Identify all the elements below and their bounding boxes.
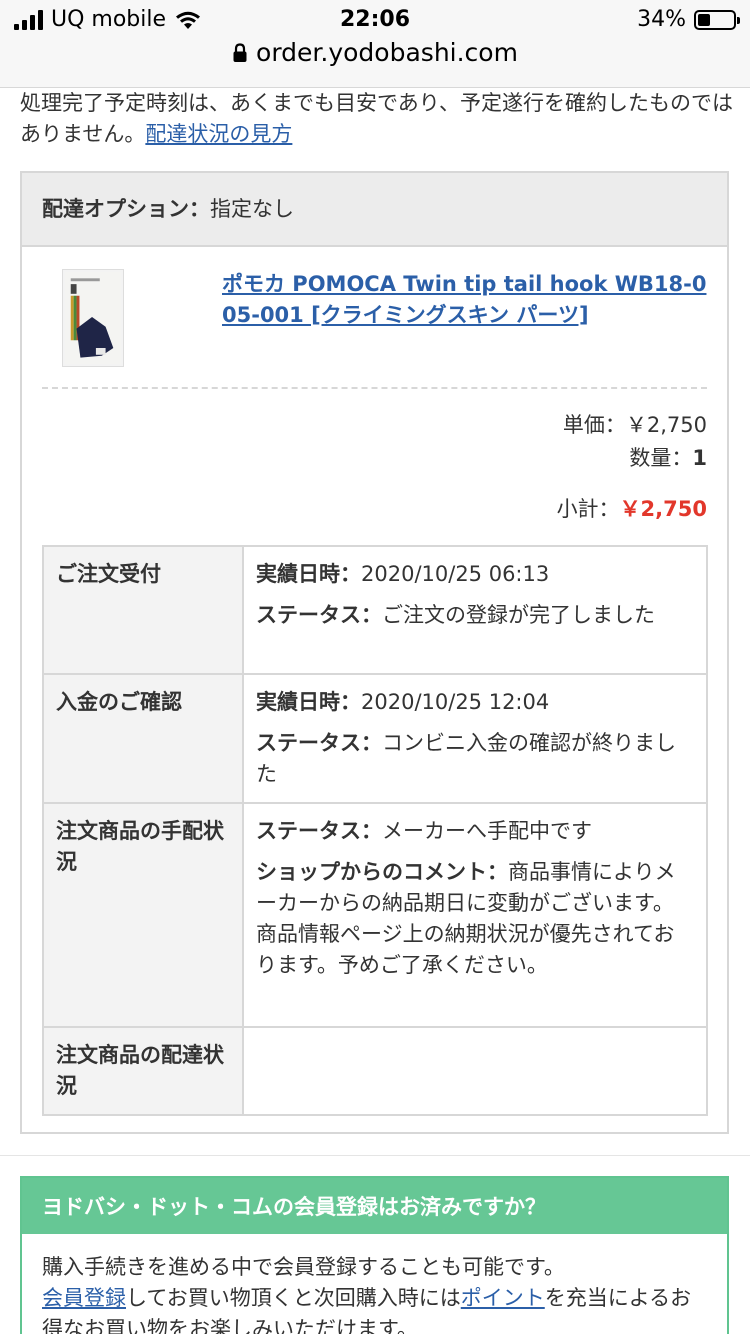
subtotal-value: ￥2,750 <box>619 497 707 521</box>
detail-label: ショップからのコメント： <box>256 860 508 884</box>
product-name: ポモカ POMOCA Twin tip tail hook WB18-0 05-0… <box>222 269 712 331</box>
row-detail: 実績日時：2020/10/25 06:13 ステータス：ご注文の登録が完了しまし… <box>242 545 708 675</box>
lock-icon <box>233 42 247 62</box>
subtotal-label: 小計： <box>556 497 620 521</box>
member-signup-box: ヨドバシ・ドット・コムの会員登録はお済みですか？ 購入手続きを進める中で会員登録… <box>20 1176 729 1334</box>
battery-group: 34% <box>637 7 740 32</box>
section-divider <box>0 1155 750 1156</box>
price-summary: 単価：￥2,750 数量：1 小計：￥2,750 <box>557 409 707 526</box>
detail-value: ご注文の登録が完了しました <box>382 603 655 627</box>
row-detail: ステータス：メーカーへ手配中です ショップからのコメント：商品事情によりメーカー… <box>242 802 708 1028</box>
product-name-line2: 05-001 [クライミングスキン パーツ] <box>222 303 589 327</box>
detail-label: ステータス： <box>256 819 382 843</box>
status-bar: UQ mobile 22:06 34% <box>0 0 750 40</box>
detail-value: メーカーへ手配中です <box>382 819 592 843</box>
table-row: 注文商品の配達状況 <box>42 1026 708 1116</box>
detail-label: 実績日時： <box>256 562 361 586</box>
detail-label: ステータス： <box>256 731 382 755</box>
table-row: ご注文受付 実績日時：2020/10/25 06:13 ステータス：ご注文の登録… <box>42 545 708 675</box>
row-heading: 注文商品の手配状況 <box>42 802 244 1028</box>
product-link[interactable]: ポモカ POMOCA Twin tip tail hook WB18-0 05-0… <box>222 272 706 327</box>
unit-price-label: 単価： <box>562 413 626 437</box>
subtotal-row: 小計：￥2,750 <box>557 493 707 526</box>
member-text: してお買い物頂くと次回購入時には <box>126 1286 461 1310</box>
member-line2: 会員登録してお買い物頂くと次回購入時にはポイントを充当によるお得なお買い物をお楽… <box>42 1283 707 1334</box>
member-body: 購入手続きを進める中で会員登録することも可能です。 会員登録してお買い物頂くと次… <box>22 1234 727 1334</box>
battery-level <box>698 13 710 26</box>
quantity-label: 数量： <box>629 446 693 470</box>
battery-percent: 34% <box>637 7 686 32</box>
table-row: 注文商品の手配状況 ステータス：メーカーへ手配中です ショップからのコメント：商… <box>42 802 708 1028</box>
unit-price-value: ￥2,750 <box>625 413 707 437</box>
detail-value: 2020/10/25 06:13 <box>361 562 550 586</box>
dashed-divider <box>42 387 707 389</box>
intro-text: 処理完了予定時刻は、あくまでも目安であり、予定遂行を確約したものではありません。 <box>20 91 733 146</box>
row-heading: 注文商品の配達状況 <box>42 1026 244 1116</box>
delivery-option-label: 配達オプション： <box>42 197 210 221</box>
product-thumbnail[interactable] <box>62 269 124 367</box>
delivery-option-bar: 配達オプション：指定なし <box>22 173 727 247</box>
delivery-guide-link[interactable]: 配達状況の見方 <box>145 122 292 146</box>
address-bar[interactable]: order.yodobashi.com <box>0 38 750 67</box>
order-history-table: ご注文受付 実績日時：2020/10/25 06:13 ステータス：ご注文の登録… <box>42 545 708 1116</box>
member-heading: ヨドバシ・ドット・コムの会員登録はお済みですか？ <box>22 1178 727 1234</box>
member-line1: 購入手続きを進める中で会員登録することも可能です。 <box>42 1255 565 1279</box>
row-detail: 実績日時：2020/10/25 12:04 ステータス：コンビニ入金の確認が終り… <box>242 673 708 804</box>
product-name-line1: ポモカ POMOCA Twin tip tail hook WB18-0 <box>222 272 707 296</box>
row-heading: 入金のご確認 <box>42 673 244 804</box>
detail-value: 2020/10/25 12:04 <box>361 690 550 714</box>
delivery-option-value: 指定なし <box>210 197 294 221</box>
row-detail <box>242 1026 708 1116</box>
intro-note: 処理完了予定時刻は、あくまでも目安であり、予定遂行を確約したものではありません。… <box>20 88 735 150</box>
quantity-row: 数量：1 <box>557 442 707 475</box>
table-row: 入金のご確認 実績日時：2020/10/25 12:04 ステータス：コンビニ入… <box>42 673 708 804</box>
detail-label: 実績日時： <box>256 690 361 714</box>
url-text: order.yodobashi.com <box>256 38 518 67</box>
unit-price-row: 単価：￥2,750 <box>557 409 707 442</box>
battery-icon <box>694 9 740 30</box>
top-bar: UQ mobile 22:06 34% order.yodobashi.com <box>0 0 750 88</box>
quantity-value: 1 <box>692 446 707 470</box>
member-register-link[interactable]: 会員登録 <box>42 1286 126 1310</box>
points-link[interactable]: ポイント <box>461 1286 545 1310</box>
row-heading: ご注文受付 <box>42 545 244 675</box>
detail-label: ステータス： <box>256 603 382 627</box>
product-item: ポモカ POMOCA Twin tip tail hook WB18-0 05-0… <box>22 247 727 387</box>
order-box: 配達オプション：指定なし ポモカ POMOCA Twin tip tail ho… <box>20 171 729 1134</box>
